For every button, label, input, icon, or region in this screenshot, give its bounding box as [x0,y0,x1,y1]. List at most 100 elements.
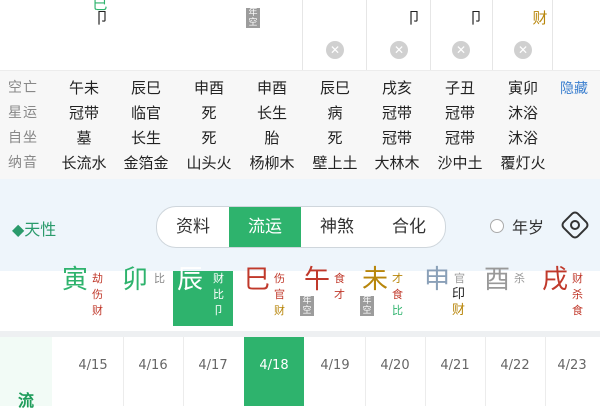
grid-cell: 山头火 [186,154,232,172]
grid-cell: 冠带 [444,129,475,147]
grid-cell: 申酉 [193,79,224,97]
clear-icon[interactable]: ✕ [452,41,470,59]
top-glyph: 卩 [94,9,110,27]
pillar-branch: 酉 [484,265,511,295]
grid-cell: 冠带 [381,104,412,122]
top-glyph: 财 [532,9,548,27]
grid-cell: 长生 [130,129,161,147]
row-label: 空亡 [8,80,38,96]
grid-cell: 墓 [76,129,92,147]
pillar-cell[interactable]: 寅 劫 伤 财 [58,265,116,331]
date-cell[interactable]: 4/23 [544,337,600,406]
pillar-branch: 午 [304,265,331,295]
grid-cell: 死 [201,129,217,147]
row-label: 自坐 [8,130,38,146]
grid-cell: 戌亥 [381,79,412,97]
pillar-cell-selected[interactable]: 辰 财 比 卩 [173,265,233,326]
row-label: 纳音 [8,155,38,171]
date-cell[interactable]: 4/19 [306,337,364,406]
date-cell[interactable]: 4/22 [486,337,544,406]
pillar-god: 食 [572,304,583,317]
pillar-branch: 戌 [542,265,569,295]
hide-link[interactable]: 隐藏 [560,78,588,98]
segmented-tabs: 资料 流运 神煞 合化 [156,206,446,248]
date-cell[interactable]: 4/16 [124,337,182,406]
grid-cell: 壁上土 [312,154,358,172]
pillar-cell[interactable]: 午 食 才 年空 [300,265,358,331]
divider [366,0,367,70]
pillar-god: 才 [334,288,345,301]
pillar-god: 财 [572,272,583,285]
settings-gear-icon[interactable] [559,209,591,241]
grid-cell: 沙中土 [437,154,483,172]
grid-cell: 覆灯火 [500,154,546,172]
grid-cell: 冠带 [68,104,99,122]
pillar-cell[interactable]: 未 才 食 比 年空 [358,265,416,331]
pillar-god: 比 [154,272,165,285]
grid-cell: 申酉 [256,79,287,97]
year-empty-badge: 年空 [300,296,314,316]
pillar-god: 食 [334,272,345,285]
pillar-god: 卩 [213,304,224,317]
grid-cell: 死 [327,129,343,147]
date-cell[interactable]: 4/20 [366,337,424,406]
grid-cell: 死 [201,104,217,122]
year-empty-badge: 年空 [246,8,260,28]
date-cell[interactable]: 4/21 [426,337,484,406]
divider [430,0,431,70]
pillar-cell[interactable]: 戌 财 杀 食 [538,265,596,331]
grid-cell: 金箔金 [123,154,169,172]
pillar-god: 比 [392,304,403,317]
tab-shensha[interactable]: 神煞 [301,207,373,247]
flow-label: 流 [18,391,35,410]
grid-cell: 寅卯 [507,79,538,97]
grid-cell: 长生 [256,104,287,122]
pillar-cell[interactable]: 巳 伤 官 财 [240,265,298,331]
pillar-god: 财 [92,304,103,317]
grid-cell: 胎 [264,129,280,147]
clear-icon[interactable]: ✕ [390,41,408,59]
tab-hehua[interactable]: 合化 [373,207,445,247]
grid-cell: 子丑 [444,79,475,97]
divider [302,0,303,70]
pillar-branch: 未 [362,265,389,295]
tianxing-link[interactable]: ◆天性 [12,216,56,240]
controls-bar: ◆天性 资料 流运 神煞 合化 年岁 [0,179,600,271]
year-radio[interactable] [490,219,504,233]
info-grid: 空亡 星运 自坐 纳音 午未 辰巳 申酉 申酉 辰巳 戌亥 子丑 寅卯 冠带 临… [0,70,600,180]
clear-icon[interactable]: ✕ [514,41,532,59]
year-label: 年岁 [512,218,545,237]
pillar-god: 财 [213,272,224,285]
pillar-branch: 辰 [177,265,204,295]
pillar-god: 财 [274,304,285,317]
tab-profile[interactable]: 资料 [157,207,229,247]
grid-cell: 午未 [68,79,99,97]
pillar-cell[interactable]: 卯 比 [118,265,176,331]
row-label: 星运 [8,105,38,121]
grid-cell: 冠带 [444,104,475,122]
grid-cell: 冠带 [381,129,412,147]
pillar-branch: 卯 [122,265,149,295]
grid-cell: 沐浴 [507,129,538,147]
grid-cell: 辰巳 [319,79,350,97]
pillar-god: 才 [392,272,403,285]
tab-flow[interactable]: 流运 [229,207,301,247]
clear-icon[interactable]: ✕ [326,41,344,59]
year-empty-badge: 年空 [360,296,374,316]
date-cell[interactable]: 4/17 [184,337,242,406]
pillar-god: 比 [213,288,224,301]
pillar-god: 杀 [572,288,583,301]
date-cell-selected[interactable]: 4/18 [244,337,304,406]
pillar-cell[interactable]: 申 官 印 财 [420,265,478,331]
pillar-god: 官 [274,288,285,301]
grid-cell: 临官 [130,104,161,122]
pillar-god: 印 [452,287,466,302]
pillar-branch: 寅 [62,265,89,295]
grid-cell: 病 [327,104,343,122]
pillar-bottom-strip: 巳 卩 年空 卩 卩 财 ✕ ✕ ✕ ✕ [0,0,600,70]
grid-cell: 辰巳 [130,79,161,97]
date-cell[interactable]: 4/15 [64,337,122,406]
grid-cell: 大林木 [374,154,420,172]
pillar-cell[interactable]: 酉 杀 [480,265,538,331]
pillar-god: 官 [454,272,465,285]
